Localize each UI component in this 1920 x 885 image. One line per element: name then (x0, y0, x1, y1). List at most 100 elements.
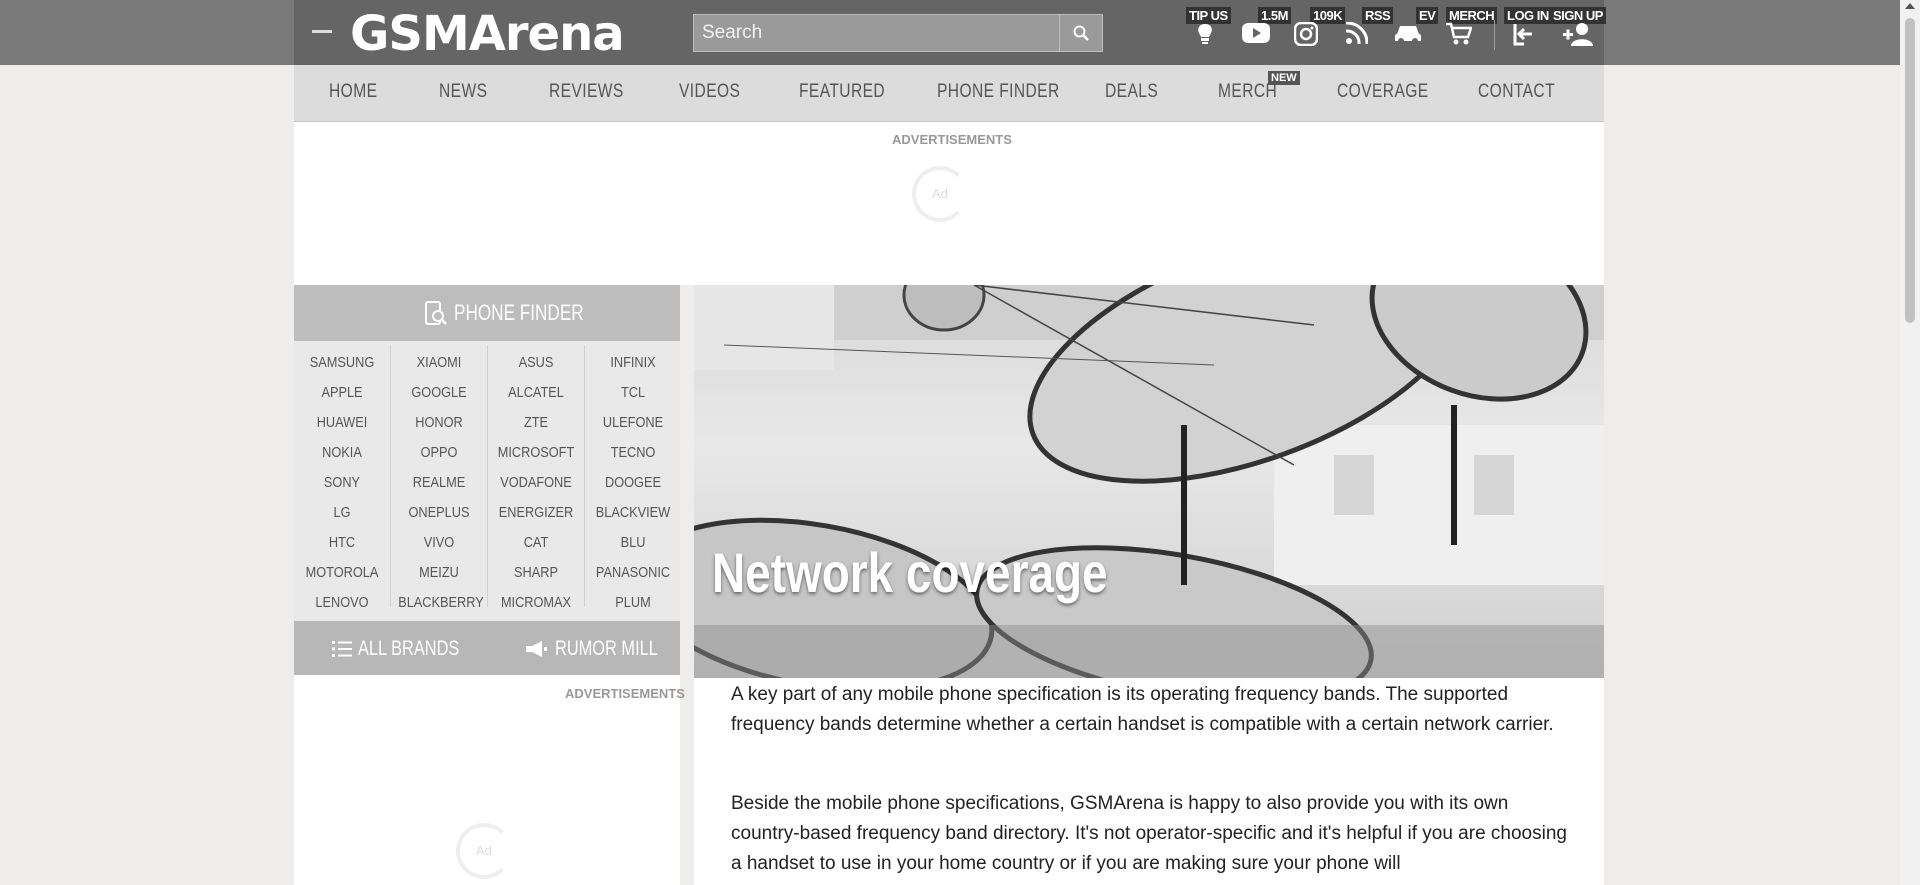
brand-link[interactable]: NOKIA (301, 444, 383, 461)
brand-link[interactable]: APPLE (301, 384, 383, 401)
article-title: Network coverage (712, 541, 1108, 604)
brand-link[interactable]: BLU (592, 534, 674, 551)
ad-spinner: Ad (456, 823, 512, 879)
youtube-icon (1242, 23, 1270, 43)
brand-link[interactable]: LENOVO (301, 594, 383, 611)
brand-link[interactable]: SAMSUNG (301, 354, 383, 371)
ad-label: ADVERTISEMENTS (892, 132, 1012, 147)
brand-link[interactable]: ENERGIZER (495, 504, 577, 521)
signup-button[interactable]: SIGN UP (1550, 0, 1606, 65)
brand-column-4: INFINIX TCL ULEFONE TECNO DOOGEE BLACKVI… (585, 345, 681, 611)
brand-link[interactable]: MOTOROLA (301, 564, 383, 581)
brand-link[interactable]: GOOGLE (398, 384, 480, 401)
instagram-icon (1294, 22, 1318, 46)
brand-link[interactable]: INFINIX (592, 354, 674, 371)
brand-link[interactable]: ASUS (495, 354, 577, 371)
brand-link[interactable]: REALME (398, 474, 480, 491)
search-box (693, 14, 1103, 52)
hero-image: Network coverage (694, 285, 1604, 678)
brand-link[interactable]: HONOR (398, 414, 480, 431)
brand-link[interactable]: ALCATEL (495, 384, 577, 401)
merch-button[interactable]: MERCH (1442, 0, 1498, 65)
rumor-mill-button[interactable]: RUMOR MILL (524, 621, 664, 675)
brand-link[interactable]: SONY (301, 474, 383, 491)
brand-link[interactable]: ZTE (495, 414, 577, 431)
car-icon (1395, 26, 1421, 44)
nav-phone-finder[interactable]: PHONE FINDER (937, 81, 1060, 103)
brand-link[interactable]: MICROMAX (495, 594, 577, 611)
tip-us-button[interactable]: TIP US (1186, 0, 1231, 65)
article-paragraph: Beside the mobile phone specifications, … (731, 793, 1567, 874)
phone-finder-title: PHONE FINDER (454, 300, 584, 325)
brand-link[interactable]: LG (301, 504, 383, 521)
nav-contact[interactable]: CONTACT (1478, 81, 1555, 103)
top-bar-inner: GSMArena TIP US 1.5M (294, 0, 1606, 65)
scroll-up-arrow-icon[interactable] (1905, 3, 1915, 9)
brand-link[interactable]: BLACKVIEW (592, 504, 674, 521)
top-bar: GSMArena TIP US 1.5M (0, 0, 1900, 65)
search-button[interactable] (1059, 15, 1102, 51)
nav-featured[interactable]: FEATURED (799, 81, 885, 103)
brand-link[interactable]: ULEFONE (592, 414, 674, 431)
megaphone-icon (526, 641, 547, 657)
nav-deals[interactable]: DEALS (1105, 81, 1158, 103)
main-nav: HOME NEWS REVIEWS VIDEOS FEATURED PHONE … (294, 65, 1604, 122)
brand-link[interactable]: HTC (301, 534, 383, 551)
phone-finder-panel: PHONE FINDER SAMSUNG APPLE HUAWEI NOKIA … (294, 285, 680, 675)
brand-link[interactable]: PANASONIC (592, 564, 674, 581)
brand-link[interactable]: VODAFONE (495, 474, 577, 491)
cart-icon (1446, 22, 1472, 45)
brand-link[interactable]: TECNO (592, 444, 674, 461)
top-ad-area: ADVERTISEMENTS Ad (294, 122, 1604, 285)
tools-divider (1494, 20, 1495, 50)
ad-spinner: Ad (912, 166, 968, 222)
brand-link[interactable]: ONEPLUS (398, 504, 480, 521)
menu-toggle-icon[interactable] (312, 30, 332, 33)
brand-link[interactable]: CAT (495, 534, 577, 551)
brand-link[interactable]: MICROSOFT (495, 444, 577, 461)
brand-link[interactable]: XIAOMI (398, 354, 480, 371)
all-brands-label: ALL BRANDS (358, 637, 460, 660)
brand-link[interactable]: MEIZU (398, 564, 480, 581)
ad-label: ADVERTISEMENTS (565, 686, 685, 701)
brand-link[interactable]: SHARP (495, 564, 577, 581)
brand-link[interactable]: VIVO (398, 534, 480, 551)
left-ad-area: ADVERTISEMENTS Ad (294, 675, 685, 885)
login-icon (1513, 24, 1532, 46)
brand-link[interactable]: HUAWEI (301, 414, 383, 431)
rss-button[interactable]: RSS (1346, 0, 1394, 65)
satellite-dishes-illustration (694, 285, 1604, 678)
brand-column-2: XIAOMI GOOGLE HONOR OPPO REALME ONEPLUS … (391, 345, 488, 611)
login-button[interactable]: LOG IN (1504, 0, 1552, 65)
ev-button[interactable]: EV (1394, 0, 1439, 65)
nav-coverage[interactable]: COVERAGE (1337, 81, 1429, 103)
nav-news[interactable]: NEWS (439, 81, 487, 103)
brand-column-3: ASUS ALCATEL ZTE MICROSOFT VODAFONE ENER… (488, 345, 585, 611)
ad-placeholder-text: Ad (476, 843, 492, 858)
all-brands-button[interactable]: ALL BRANDS (332, 621, 472, 675)
brand-link[interactable]: BLACKBERRY (398, 594, 484, 611)
lightbulb-icon (1198, 24, 1212, 44)
nav-videos[interactable]: VIDEOS (679, 81, 740, 103)
add-user-icon (1563, 23, 1593, 46)
instagram-button[interactable]: 109K (1294, 0, 1346, 65)
new-badge: NEW (1268, 71, 1300, 85)
nav-home[interactable]: HOME (329, 81, 377, 103)
article-main: Network coverage A key part of any mobil… (694, 285, 1604, 885)
brand-link[interactable]: DOOGEE (592, 474, 674, 491)
scroll-thumb[interactable] (1905, 18, 1915, 323)
phone-search-icon (425, 301, 447, 325)
brand-column-1: SAMSUNG APPLE HUAWEI NOKIA SONY LG HTC M… (294, 345, 391, 611)
youtube-button[interactable]: 1.5M (1242, 0, 1291, 65)
site-logo[interactable]: GSMArena (350, 6, 625, 62)
phone-finder-header[interactable]: PHONE FINDER (294, 285, 680, 341)
article-paragraph: A key part of any mobile phone specifica… (731, 684, 1554, 735)
brand-link[interactable]: PLUM (592, 594, 674, 611)
search-input[interactable] (694, 15, 1059, 51)
page-scrollbar[interactable] (1900, 0, 1920, 885)
nav-reviews[interactable]: REVIEWS (549, 81, 624, 103)
brand-link[interactable]: OPPO (398, 444, 480, 461)
rumor-mill-label: RUMOR MILL (555, 637, 658, 660)
ad-placeholder-text: Ad (932, 186, 948, 201)
brand-link[interactable]: TCL (592, 384, 674, 401)
